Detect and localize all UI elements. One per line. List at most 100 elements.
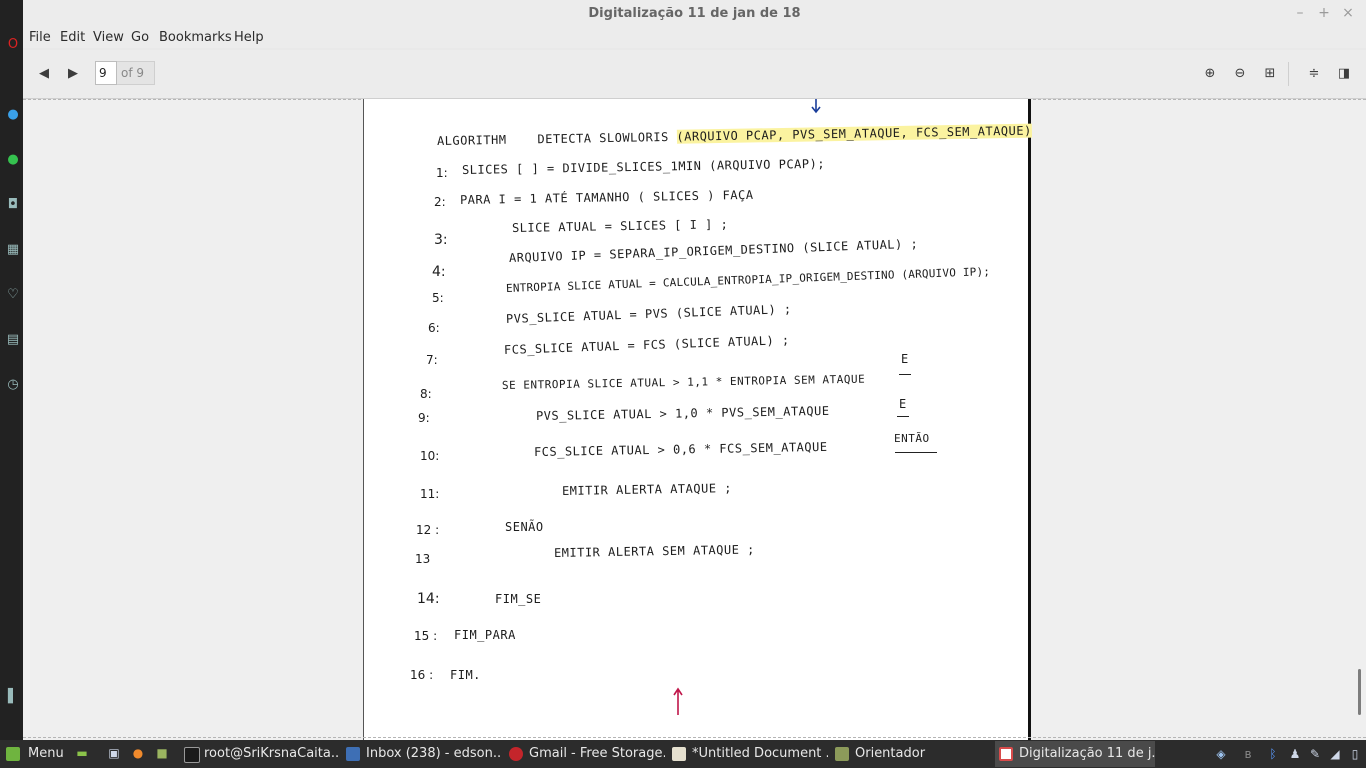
underline-entao (895, 452, 937, 453)
document-viewer-icon (999, 747, 1013, 761)
blue-arrow-icon (811, 99, 821, 114)
opera-icon (509, 747, 523, 761)
shield-icon[interactable]: ◈ (1213, 746, 1229, 762)
line-number-14: 14: (417, 591, 440, 607)
code-line-16: FIM. (450, 668, 481, 682)
bluetooth-icon[interactable]: ᛒ (1265, 746, 1281, 762)
vertical-scrollbar[interactable] (1358, 669, 1361, 715)
line-number-10: 10: (420, 449, 440, 463)
opera-icon[interactable]: O (6, 38, 20, 52)
menu-edit[interactable]: Edit (60, 30, 85, 45)
line-number-13: 13 (415, 552, 431, 566)
show-desktop-icon[interactable]: ▬ (74, 745, 90, 761)
toolbar: ◀ ▶ 9 of 9 ⊕ ⊖ ⊞ ≑ ◨ (23, 50, 1366, 99)
task-label: Gmail - Free Storage... (529, 746, 665, 761)
document-viewport[interactable]: ALGORITHM DETECTA SLOWLORIS (ARQUIVO PCA… (23, 99, 1366, 740)
line-number-1: 1: (436, 166, 448, 180)
news-icon[interactable]: ▤ (6, 333, 20, 347)
code-line-5: ENTROPIA SLICE ATUAL = CALCULA_ENTROPIA_… (505, 265, 991, 295)
terminal-launcher-icon[interactable]: ▣ (106, 745, 122, 761)
page-number-input[interactable]: 9 (95, 61, 117, 85)
text-editor-icon (672, 747, 686, 761)
line-number-8: 8: (420, 387, 432, 401)
algorithm-header: ALGORITHM DETECTA SLOWLORIS (ARQUIVO PCA… (437, 123, 1032, 148)
firefox-launcher-icon[interactable]: ● (130, 745, 146, 761)
battery-icon[interactable]: ▯ (1347, 746, 1363, 762)
line-number-4: 4: (432, 264, 446, 280)
previous-page-button[interactable]: ◀ (34, 64, 54, 84)
close-button[interactable]: × (1339, 4, 1357, 22)
code-line-15: FIM_PARA (454, 628, 516, 642)
document-page: ALGORITHM DETECTA SLOWLORIS (ARQUIVO PCA… (363, 99, 1032, 740)
side-dock: O ● ● ◘ ▦ ♡ ▤ ◷ ▌ (0, 0, 24, 740)
underline-e2 (897, 416, 909, 417)
continuous-mode-icon[interactable]: ≑ (1304, 64, 1324, 84)
grid-icon[interactable]: ▦ (6, 243, 20, 257)
menu-go[interactable]: Go (131, 30, 149, 45)
line-number-5: 5: (432, 291, 444, 305)
code-line-2: PARA I = 1 ATÉ TAMANHO ( SLICES ) FAÇA (459, 187, 754, 207)
whatsapp-icon[interactable]: ● (6, 153, 20, 167)
user-icon[interactable]: ♟ (1287, 746, 1303, 762)
line-number-16: 16 : (410, 668, 434, 682)
files-launcher-icon[interactable]: ■ (154, 745, 170, 761)
zoom-out-icon[interactable]: ⊖ (1230, 64, 1250, 84)
minimize-button[interactable]: – (1291, 4, 1309, 22)
network-icon[interactable]: ✎ (1307, 746, 1323, 762)
code-line-4: ARQUIVO IP = SEPARA_IP_ORIGEM_DESTINO (S… (508, 236, 919, 265)
menu-file[interactable]: File (29, 30, 51, 45)
taskbar: Menu ▬ ▣ ● ■ root@SriKrsnaCaita... Inbox… (0, 740, 1366, 768)
line-number-15: 15 : (414, 629, 438, 643)
fit-page-icon[interactable]: ⊞ (1260, 64, 1280, 84)
task-text-editor[interactable]: *Untitled Document ... (668, 741, 828, 767)
task-gmail[interactable]: Gmail - Free Storage... (505, 741, 665, 767)
code-line-13: EMITIR ALERTA SEM ATAQUE ; (553, 542, 755, 560)
start-menu-label: Menu (28, 746, 64, 761)
volume-icon[interactable]: ◢ (1327, 746, 1343, 762)
line-number-3: 3: (434, 232, 448, 248)
mint-logo-icon (6, 747, 20, 761)
code-line-1: SLICES [ ] = DIVIDE_SLICES_1MIN (ARQUIVO… (461, 156, 826, 177)
zoom-in-icon[interactable]: ⊕ (1200, 64, 1220, 84)
conjunction-and-1: E (901, 352, 909, 366)
heart-icon[interactable]: ♡ (6, 288, 20, 302)
task-label: Digitalização 11 de j... (1019, 746, 1155, 761)
underline-e1 (899, 374, 911, 375)
menu-view[interactable]: View (93, 30, 124, 45)
line-number-7: 7: (426, 353, 438, 367)
start-menu-button[interactable]: Menu (0, 741, 66, 767)
toolbar-separator (1288, 62, 1289, 86)
task-file-manager[interactable]: Orientador (831, 741, 991, 767)
code-line-7: FCS_SLICE ATUAL = FCS (SLICE ATUAL) ; (503, 333, 790, 357)
sidebar-toggle-icon[interactable]: ▌ (6, 690, 20, 704)
camera-icon[interactable]: ◘ (6, 198, 20, 212)
line-number-12: 12 : (416, 523, 440, 537)
thunderbird-icon (346, 747, 360, 761)
task-label: Inbox (238) - edson... (366, 746, 502, 761)
code-line-14: FIM_SE (495, 592, 542, 606)
algorithm-params: (ARQUIVO PCAP, PVS_SEM_ATAQUE, FCS_SEM_A… (676, 123, 1032, 144)
task-document-viewer[interactable]: Digitalização 11 de j... (995, 741, 1155, 767)
task-label: *Untitled Document ... (692, 746, 828, 761)
sidebar-pane-icon[interactable]: ◨ (1334, 64, 1354, 84)
messenger-icon[interactable]: ● (6, 108, 20, 122)
next-page-button[interactable]: ▶ (63, 64, 83, 84)
line-number-2: 2: (434, 195, 446, 209)
task-label: root@SriKrsnaCaita... (204, 746, 340, 761)
menu-bar: File Edit View Go Bookmarks Help (23, 28, 1366, 48)
conjunction-then: ENTÃO (894, 432, 930, 445)
menu-bookmarks[interactable]: Bookmarks (159, 30, 232, 45)
code-line-12: SENÃO (505, 520, 544, 534)
code-line-11: EMITIR ALERTA ATAQUE ; (561, 481, 733, 498)
red-arrow-icon (673, 687, 683, 715)
task-terminal[interactable]: root@SriKrsnaCaita... (180, 741, 340, 767)
menu-help[interactable]: Help (234, 30, 264, 45)
task-inbox[interactable]: Inbox (238) - edson... (342, 741, 502, 767)
history-icon[interactable]: ◷ (6, 378, 20, 392)
page-boundary-bottom (23, 737, 1366, 738)
code-line-3: SLICE ATUAL = SLICES [ I ] ; (511, 217, 729, 235)
maximize-button[interactable]: + (1315, 4, 1333, 22)
code-line-9: PVS_SLICE ATUAL > 1,0 * PVS_SEM_ATAQUE (535, 403, 830, 423)
title-bar: Digitalização 11 de jan de 18 – + × (23, 0, 1366, 28)
bluetooth-off-icon[interactable]: ʙ (1240, 746, 1256, 762)
